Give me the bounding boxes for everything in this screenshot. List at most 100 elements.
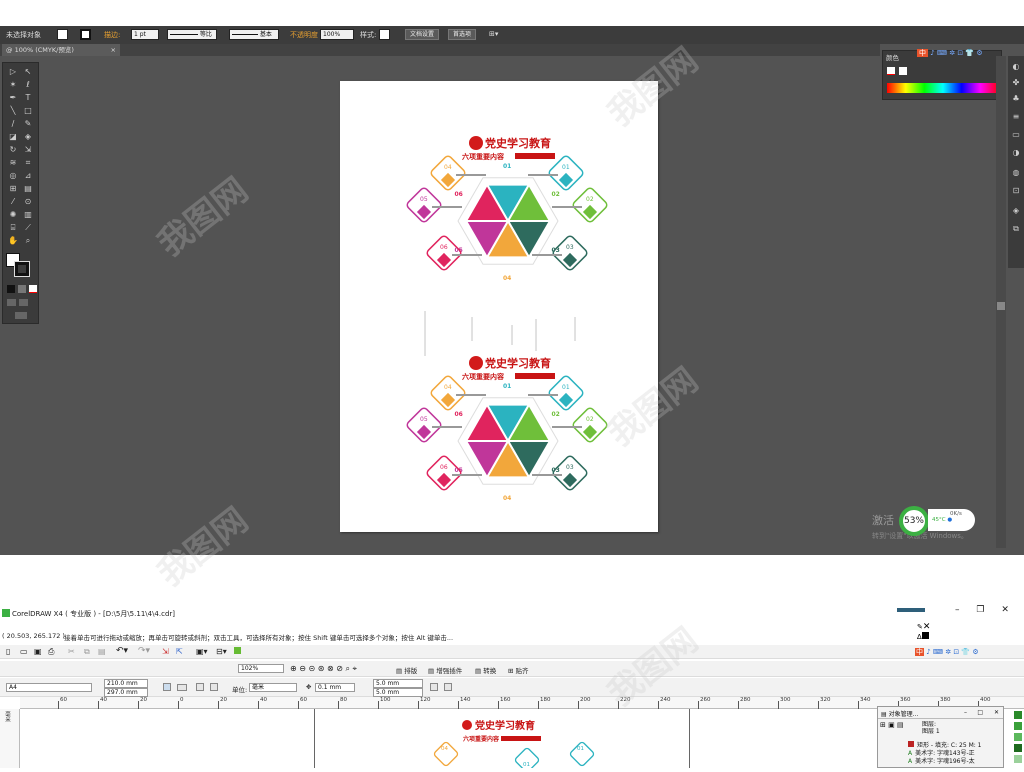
- units-dropdown[interactable]: 毫米: [249, 683, 297, 692]
- pen-tool-icon[interactable]: ✒: [8, 93, 18, 102]
- graphic-styles-icon[interactable]: ⊡: [1011, 186, 1021, 195]
- shape-builder-icon[interactable]: ◎: [8, 171, 18, 180]
- new-icon[interactable]: ▯: [6, 647, 10, 656]
- green-icon[interactable]: [234, 647, 241, 654]
- artboard-tool-icon[interactable]: ⌸: [8, 223, 18, 232]
- docker-restore-icon[interactable]: □: [977, 709, 983, 716]
- object-row[interactable]: 矩形 - 填充: C: 25 M: 1: [908, 741, 982, 750]
- gradient-panel-icon[interactable]: ▭: [1011, 130, 1021, 139]
- slice-tool-icon[interactable]: ⟋: [23, 223, 33, 232]
- scale-icon[interactable]: ⇲: [23, 145, 33, 154]
- draw-normal-icon[interactable]: [7, 299, 16, 306]
- draw-behind-icon[interactable]: [19, 299, 28, 306]
- horizontal-ruler[interactable]: 60 40 20 0 20 40 60 80 100 120 140 160 180 200 220 240 2…: [20, 697, 1024, 709]
- menu-layout[interactable]: ▤ 排版: [396, 665, 417, 675]
- portrait-icon[interactable]: [163, 683, 171, 691]
- layers-icon[interactable]: ◈: [1011, 206, 1021, 215]
- master-layer-icon[interactable]: ▤: [897, 721, 904, 729]
- stroke-label[interactable]: 描边:: [104, 30, 120, 40]
- x-mini-icon[interactable]: ✕: [923, 622, 931, 632]
- page-width-field[interactable]: 210.0 mm: [104, 679, 148, 688]
- close-icon[interactable]: ✕: [1001, 605, 1009, 615]
- brushes-icon[interactable]: ✤: [1011, 78, 1021, 87]
- line-tool-icon[interactable]: ╲: [8, 106, 18, 115]
- blob-brush-icon[interactable]: ◪: [8, 132, 18, 141]
- eraser-icon[interactable]: ◈: [23, 132, 33, 141]
- color-spectrum[interactable]: [887, 83, 999, 93]
- scrollbar-thumb[interactable]: [997, 302, 1005, 310]
- object-row[interactable]: A 美术字: 字魂143号-正: [908, 750, 982, 758]
- palette-swatch[interactable]: [1014, 755, 1022, 763]
- menu-plugins[interactable]: ▤ 增强插件: [428, 665, 462, 675]
- new-layer-icon[interactable]: ▣: [888, 721, 895, 729]
- cut-icon[interactable]: ✂: [68, 647, 75, 656]
- direct-selection-icon[interactable]: ↖: [23, 67, 33, 76]
- page-size-dropdown[interactable]: A4: [6, 683, 92, 692]
- selection-tool-icon[interactable]: ▷: [8, 67, 18, 76]
- stroke-swatch[interactable]: [80, 29, 91, 40]
- palette-swatch[interactable]: [1014, 722, 1022, 730]
- zoom-tool-icon[interactable]: ⌕: [23, 236, 33, 245]
- appearance-icon[interactable]: ◍: [1011, 168, 1021, 177]
- stroke-weight-field[interactable]: 1 pt: [131, 29, 159, 40]
- arrange-docs-icon[interactable]: ⊞▾: [489, 30, 498, 38]
- open-icon[interactable]: ▭: [20, 647, 28, 656]
- palette-swatch[interactable]: [1014, 711, 1022, 719]
- page-height-field[interactable]: 297.0 mm: [104, 688, 148, 697]
- opacity-field[interactable]: 100%: [320, 29, 354, 40]
- lasso-icon[interactable]: ℓ: [23, 80, 33, 89]
- document-setup-button[interactable]: 文档设置: [405, 29, 440, 40]
- rotate-icon[interactable]: ↻: [8, 145, 18, 154]
- brush-dropdown[interactable]: 基本: [229, 29, 279, 40]
- drawing-page[interactable]: 党史学习教育 六项重要内容 04 01 01: [314, 709, 690, 772]
- menu-convert[interactable]: ▤ 转换: [475, 665, 496, 675]
- options-icon[interactable]: [444, 683, 452, 691]
- mesh-icon[interactable]: ⊞: [8, 184, 18, 193]
- white-swatch-icon[interactable]: [899, 67, 907, 75]
- paintbrush-icon[interactable]: ∕: [8, 119, 18, 128]
- app-launcher-icon[interactable]: ▣▾: [196, 647, 208, 656]
- object-row[interactable]: A 美术字: 字魂196号-太: [908, 758, 982, 766]
- type-tool-icon[interactable]: T: [23, 93, 33, 102]
- import-icon[interactable]: ⇲: [162, 647, 169, 656]
- palette-swatch[interactable]: [1014, 733, 1022, 741]
- artboards-icon[interactable]: ⧉: [1011, 224, 1021, 233]
- nudge-field[interactable]: 0.1 mm: [315, 683, 355, 692]
- restore-icon[interactable]: ❐: [976, 605, 984, 615]
- undo-icon[interactable]: ↶▾: [116, 646, 128, 656]
- black-swatch-icon[interactable]: [921, 632, 929, 639]
- hand-tool-icon[interactable]: ✋: [8, 236, 18, 245]
- transparency-icon[interactable]: ◑: [1011, 148, 1021, 157]
- duplicate-y-field[interactable]: 5.0 mm: [373, 688, 423, 697]
- current-page-icon[interactable]: [210, 683, 218, 691]
- style-swatch[interactable]: [379, 29, 390, 40]
- eyedropper-icon[interactable]: ⁄: [8, 197, 18, 206]
- paste-icon[interactable]: ▤: [98, 647, 106, 656]
- symbol-sprayer-icon[interactable]: ✺: [8, 210, 18, 219]
- artboard[interactable]: 党史学习教育 六项重要内容 01 02 03 04 05 06 04 01 05 02 06 03 党史学习…: [340, 81, 658, 532]
- variable-width-dropdown[interactable]: 等比: [167, 29, 217, 40]
- graph-tool-icon[interactable]: ▥: [23, 210, 33, 219]
- perspective-grid-icon[interactable]: ⊿: [23, 171, 33, 180]
- export-icon[interactable]: ⇱: [176, 647, 183, 656]
- zoom-level-field[interactable]: 102%: [238, 664, 284, 673]
- layer-properties-icon[interactable]: ⊞: [880, 721, 886, 729]
- none-swatch-icon[interactable]: [887, 67, 895, 75]
- vertical-ruler[interactable]: 毫米: [0, 709, 20, 768]
- document-tab[interactable]: @ 100% (CMYK/预览) ×: [2, 44, 120, 56]
- layer-2[interactable]: 图层 1: [922, 728, 940, 735]
- pencil-icon[interactable]: ✎: [23, 119, 33, 128]
- layer-1[interactable]: 图层:: [922, 721, 940, 728]
- width-tool-icon[interactable]: ≋: [8, 158, 18, 167]
- palette-swatch[interactable]: [1014, 744, 1022, 752]
- screen-mode-icon[interactable]: [15, 312, 27, 319]
- zoom-in-icon[interactable]: ⊕ ⊖ ⊝ ⊛ ⊗ ⊘ ⌕ ⌖: [290, 664, 357, 674]
- minimize-icon[interactable]: –: [955, 605, 960, 615]
- preferences-button[interactable]: 首选项: [448, 29, 477, 40]
- docker-minimize-icon[interactable]: –: [964, 709, 967, 716]
- stroke-panel-icon[interactable]: ≡: [1011, 112, 1021, 121]
- welcome-icon[interactable]: ⊟▾: [216, 647, 227, 656]
- treat-as-filled-icon[interactable]: [430, 683, 438, 691]
- menu-snap[interactable]: ⊞ 贴齐: [508, 665, 529, 675]
- gradient-mode-icon[interactable]: [18, 285, 26, 293]
